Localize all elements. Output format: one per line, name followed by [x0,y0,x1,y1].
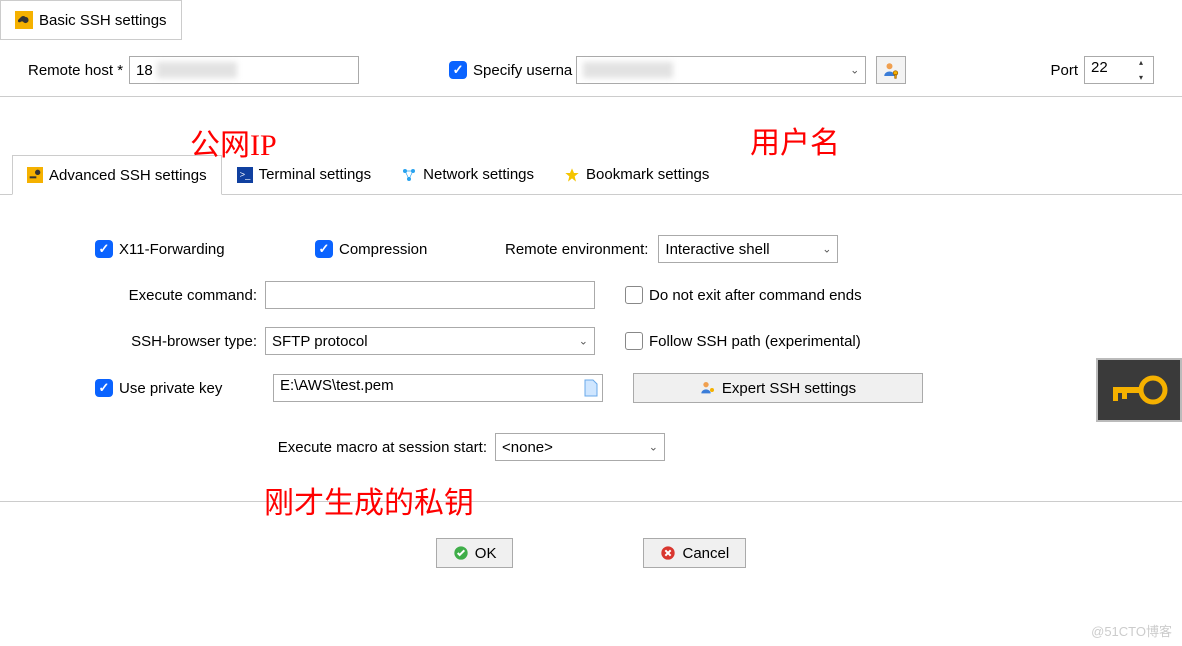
key-icon [27,167,43,183]
x11-forwarding-checkbox[interactable]: ✓ [95,240,113,258]
expert-ssh-settings-button[interactable]: Expert SSH settings [633,373,923,403]
follow-ssh-checkbox[interactable] [625,332,643,350]
no-exit-checkbox[interactable] [625,286,643,304]
execute-macro-value: <none> [502,439,553,456]
execute-command-label: Execute command: [129,287,257,304]
tab-advanced-label: Advanced SSH settings [49,167,207,184]
key-badge [1096,358,1182,422]
advanced-ssh-panel: ✓ X11-Forwarding ✓ Compression Remote en… [0,195,1182,502]
ssh-browser-label: SSH-browser type: [131,333,257,350]
tab-terminal[interactable]: >_ Terminal settings [222,155,387,194]
execute-command-input[interactable] [265,281,595,309]
tab-terminal-label: Terminal settings [259,166,372,183]
ssh-browser-value: SFTP protocol [272,333,368,350]
tab-basic-label: Basic SSH settings [39,12,167,29]
private-key-path-input[interactable]: E:\AWS\test.pem [273,374,603,402]
cancel-icon [660,545,676,561]
port-input[interactable]: 22 ▴▾ [1084,56,1154,84]
specify-username-label: Specify userna [473,62,572,79]
remote-host-value-redacted [157,62,237,78]
remote-host-input[interactable]: 18 [129,56,359,84]
chevron-down-icon: ⌄ [822,243,831,256]
svg-text:>_: >_ [239,169,250,179]
tab-bookmark[interactable]: Bookmark settings [549,155,724,194]
username-input[interactable]: ⌄ [576,56,866,84]
use-private-key-label: Use private key [119,380,222,397]
network-icon [401,167,417,183]
remote-env-value: Interactive shell [665,241,769,258]
follow-ssh-label: Follow SSH path (experimental) [649,333,861,350]
private-key-path-value: E:\AWS\test.pem [280,377,394,394]
key-large-icon [1109,370,1169,410]
tab-network[interactable]: Network settings [386,155,549,194]
user-key-icon [882,61,900,79]
port-value: 22 [1091,59,1108,76]
compression-label: Compression [339,241,427,258]
star-icon [564,167,580,183]
tab-basic-ssh-settings[interactable]: Basic SSH settings [0,0,182,40]
cancel-label: Cancel [682,545,729,562]
no-exit-label: Do not exit after command ends [649,287,862,304]
x11-forwarding-label: X11-Forwarding [119,241,225,258]
remote-env-select[interactable]: Interactive shell ⌄ [658,235,838,263]
chevron-down-icon: ⌄ [850,64,859,77]
port-label: Port [1050,62,1078,79]
remote-host-value-prefix: 18 [136,62,153,79]
compression-checkbox[interactable]: ✓ [315,240,333,258]
specify-username-checkbox[interactable]: ✓ [449,61,467,79]
port-spinner[interactable]: ▴▾ [1139,58,1151,82]
cancel-button[interactable]: Cancel [643,538,746,568]
user-credentials-button[interactable] [876,56,906,84]
username-value-redacted [583,62,673,78]
tab-advanced-ssh[interactable]: Advanced SSH settings [12,155,222,195]
file-icon [584,379,598,397]
terminal-icon: >_ [237,167,253,183]
key-icon [15,11,33,29]
tab-bookmark-label: Bookmark settings [586,166,709,183]
basic-settings-row: Remote host * 18 ✓ Specify userna ⌄ Port… [0,40,1182,97]
ssh-browser-select[interactable]: SFTP protocol ⌄ [265,327,595,355]
dialog-buttons: OK Cancel [0,502,1182,568]
use-private-key-checkbox[interactable]: ✓ [95,379,113,397]
execute-macro-select[interactable]: <none> ⌄ [495,433,665,461]
execute-macro-label: Execute macro at session start: [278,439,487,456]
expert-ssh-label: Expert SSH settings [722,380,856,397]
advanced-tabs: Advanced SSH settings >_ Terminal settin… [0,155,1182,195]
watermark: @51CTO博客 [1091,621,1172,640]
ok-icon [453,545,469,561]
ok-button[interactable]: OK [436,538,514,568]
user-key-icon [700,380,716,396]
remote-host-label: Remote host * [28,62,123,79]
chevron-down-icon: ⌄ [579,335,588,348]
remote-env-label: Remote environment: [505,241,648,258]
ok-label: OK [475,545,497,562]
tab-network-label: Network settings [423,166,534,183]
chevron-down-icon: ⌄ [649,441,658,454]
